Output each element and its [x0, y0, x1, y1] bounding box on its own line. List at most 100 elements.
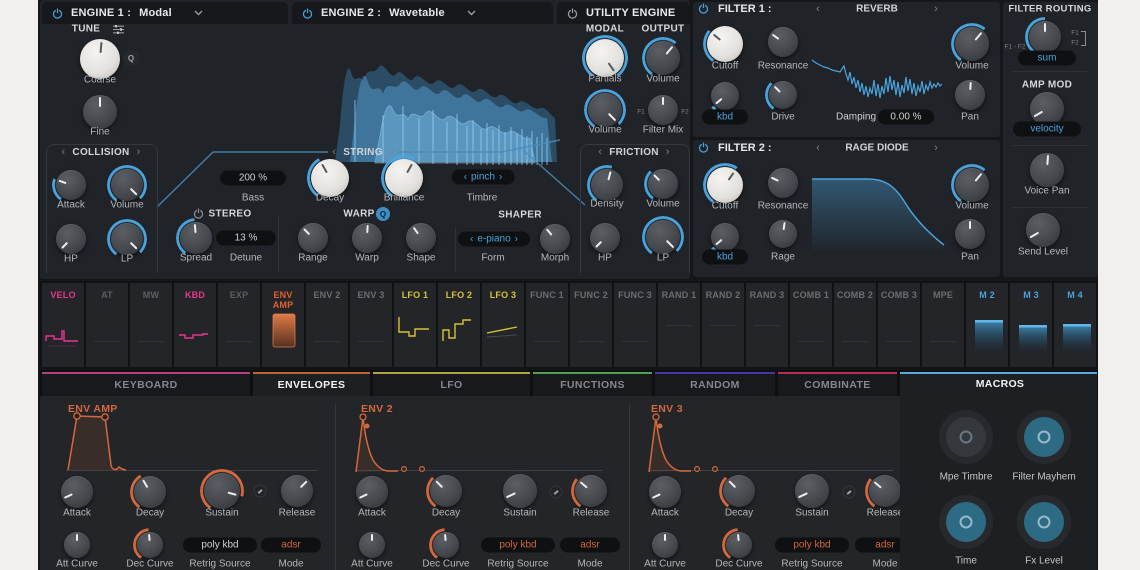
filter2-power-icon[interactable] [698, 142, 709, 153]
coarse-knob[interactable] [80, 39, 120, 79]
env3-curve-display[interactable] [645, 410, 755, 474]
mod-source-lfo2[interactable]: LFO 2 [438, 283, 480, 367]
engine1-type[interactable]: Modal [139, 7, 172, 19]
mod-source-comb1[interactable]: COMB 1 [790, 283, 832, 367]
bass-value[interactable]: 200 % [220, 171, 286, 186]
tab-combinate[interactable]: COMBINATE [778, 372, 897, 396]
form-selector[interactable]: ‹e-piano› [458, 232, 530, 247]
utility-engine-header[interactable]: UTILITY ENGINE [557, 2, 690, 24]
mod-source-rand3[interactable]: RAND 3 [746, 283, 788, 367]
mod-source-m4[interactable]: M 4 [1054, 283, 1096, 367]
damping-value[interactable]: 0.00 % [878, 110, 934, 125]
env-amp-decay-knob[interactable] [134, 476, 166, 508]
env3-link-icon[interactable] [843, 486, 856, 499]
spread-knob[interactable] [180, 222, 212, 254]
density-knob[interactable] [591, 169, 623, 201]
power-icon[interactable] [52, 8, 63, 19]
env-amp-release-knob[interactable] [281, 475, 313, 507]
filter2-resonance-knob[interactable] [768, 168, 798, 198]
macro-knob-time[interactable] [939, 495, 993, 549]
tab-functions[interactable]: FUNCTIONS [533, 372, 652, 396]
fine-knob[interactable] [83, 95, 117, 129]
tab-lfo[interactable]: LFO [373, 372, 530, 396]
mod-source-comb2[interactable]: COMB 2 [834, 283, 876, 367]
macro-knob-fx-level[interactable] [1017, 495, 1071, 549]
filter2-kbd-button[interactable]: kbd [702, 250, 748, 265]
utility-volume-knob[interactable] [588, 93, 622, 127]
sliders-icon[interactable] [112, 24, 125, 35]
coarse-q-button[interactable]: Q [123, 50, 139, 66]
env2-link-icon[interactable] [550, 486, 563, 499]
filter1-power-icon[interactable] [698, 3, 709, 14]
filter1-pan-knob[interactable] [955, 80, 985, 110]
filter1-resonance-knob[interactable] [768, 27, 798, 57]
env2-att-curve-knob[interactable] [359, 532, 385, 558]
env3-decay-knob[interactable] [723, 475, 755, 507]
mod-source-comb3[interactable]: COMB 3 [878, 283, 920, 367]
filter1-type[interactable]: REVERB [856, 4, 898, 15]
env-amp-mode-value[interactable]: adsr [261, 538, 321, 553]
filter2-cutoff-knob[interactable] [707, 167, 743, 203]
env2-sustain-knob[interactable] [503, 474, 537, 508]
filter2-pan-knob[interactable] [955, 219, 985, 249]
engine2-type[interactable]: Wavetable [389, 7, 445, 19]
mod-source-at[interactable]: AT [86, 283, 128, 367]
mod-source-rand2[interactable]: RAND 2 [702, 283, 744, 367]
friction-lp-knob[interactable] [646, 220, 680, 254]
friction-volume-knob[interactable] [648, 169, 678, 199]
macro-knob-mpe-timbre[interactable] [939, 410, 993, 464]
env3-dec-curve-knob[interactable] [726, 532, 752, 558]
mod-source-exp[interactable]: EXP [218, 283, 260, 367]
mod-source-lfo1[interactable]: LFO 1 [394, 283, 436, 367]
mod-source-lfo3[interactable]: LFO 3 [482, 283, 524, 367]
send-level-knob[interactable] [1026, 213, 1060, 247]
mod-source-m2[interactable]: M 2 [966, 283, 1008, 367]
env3-attack-knob[interactable] [649, 476, 681, 508]
filter1-volume-knob[interactable] [955, 27, 989, 61]
mod-source-func1[interactable]: FUNC 1 [526, 283, 568, 367]
engine1-header[interactable]: ENGINE 1 : Modal [42, 2, 288, 24]
collision-attack-knob[interactable] [56, 170, 86, 200]
filter1-kbd-button[interactable]: kbd [702, 110, 748, 125]
mod-source-velo[interactable]: VELO [42, 283, 84, 367]
macro-knob-filter-mayhem[interactable] [1017, 410, 1071, 464]
warp-q-button[interactable]: Q [376, 207, 390, 221]
decay-knob[interactable] [311, 159, 349, 197]
env3-retrig-value[interactable]: poly kbd [775, 538, 849, 553]
env-amp-att-curve-knob[interactable] [64, 532, 90, 558]
mod-source-m3[interactable]: M 3 [1010, 283, 1052, 367]
tab-keyboard[interactable]: KEYBOARD [42, 372, 250, 396]
mod-source-mw[interactable]: MW [130, 283, 172, 367]
filter1-next-arrow[interactable]: › [934, 3, 938, 15]
mod-source-func3[interactable]: FUNC 3 [614, 283, 656, 367]
tab-envelopes[interactable]: ENVELOPES [253, 372, 370, 396]
env-amp-link-icon[interactable] [254, 485, 267, 498]
collision-header[interactable]: ‹COLLISION› [54, 146, 147, 158]
env-amp-retrig-value[interactable]: poly kbd [183, 538, 257, 553]
env3-sustain-knob[interactable] [795, 474, 829, 508]
collision-volume-knob[interactable] [111, 169, 143, 201]
brilliance-knob[interactable] [385, 159, 423, 197]
env2-retrig-value[interactable]: poly kbd [481, 538, 555, 553]
mod-source-func2[interactable]: FUNC 2 [570, 283, 612, 367]
amp-mod-value[interactable]: velocity [1013, 122, 1081, 137]
env-amp-curve-display[interactable] [62, 410, 182, 474]
tab-random[interactable]: RANDOM [655, 372, 775, 396]
env-amp-attack-knob[interactable] [61, 476, 93, 508]
mod-source-env3[interactable]: ENV 3 [350, 283, 392, 367]
env2-mode-value[interactable]: adsr [560, 538, 620, 553]
filter-mix-knob[interactable] [648, 95, 678, 125]
collision-hp-knob[interactable] [56, 224, 86, 254]
friction-hp-knob[interactable] [590, 223, 620, 253]
env3-release-knob[interactable] [869, 475, 901, 507]
filter1-prev-arrow[interactable]: ‹ [816, 3, 820, 15]
filter1-kbd-knob[interactable] [711, 82, 739, 110]
env3-att-curve-knob[interactable] [652, 532, 678, 558]
chevron-down-icon[interactable] [467, 10, 476, 16]
mod-source-env-amp[interactable]: ENV AMP [262, 283, 304, 367]
filter1-drive-knob[interactable] [769, 81, 797, 109]
env2-release-knob[interactable] [575, 475, 607, 507]
power-icon[interactable] [302, 8, 313, 19]
mod-source-rand1[interactable]: RAND 1 [658, 283, 700, 367]
collision-lp-knob[interactable] [111, 223, 143, 255]
